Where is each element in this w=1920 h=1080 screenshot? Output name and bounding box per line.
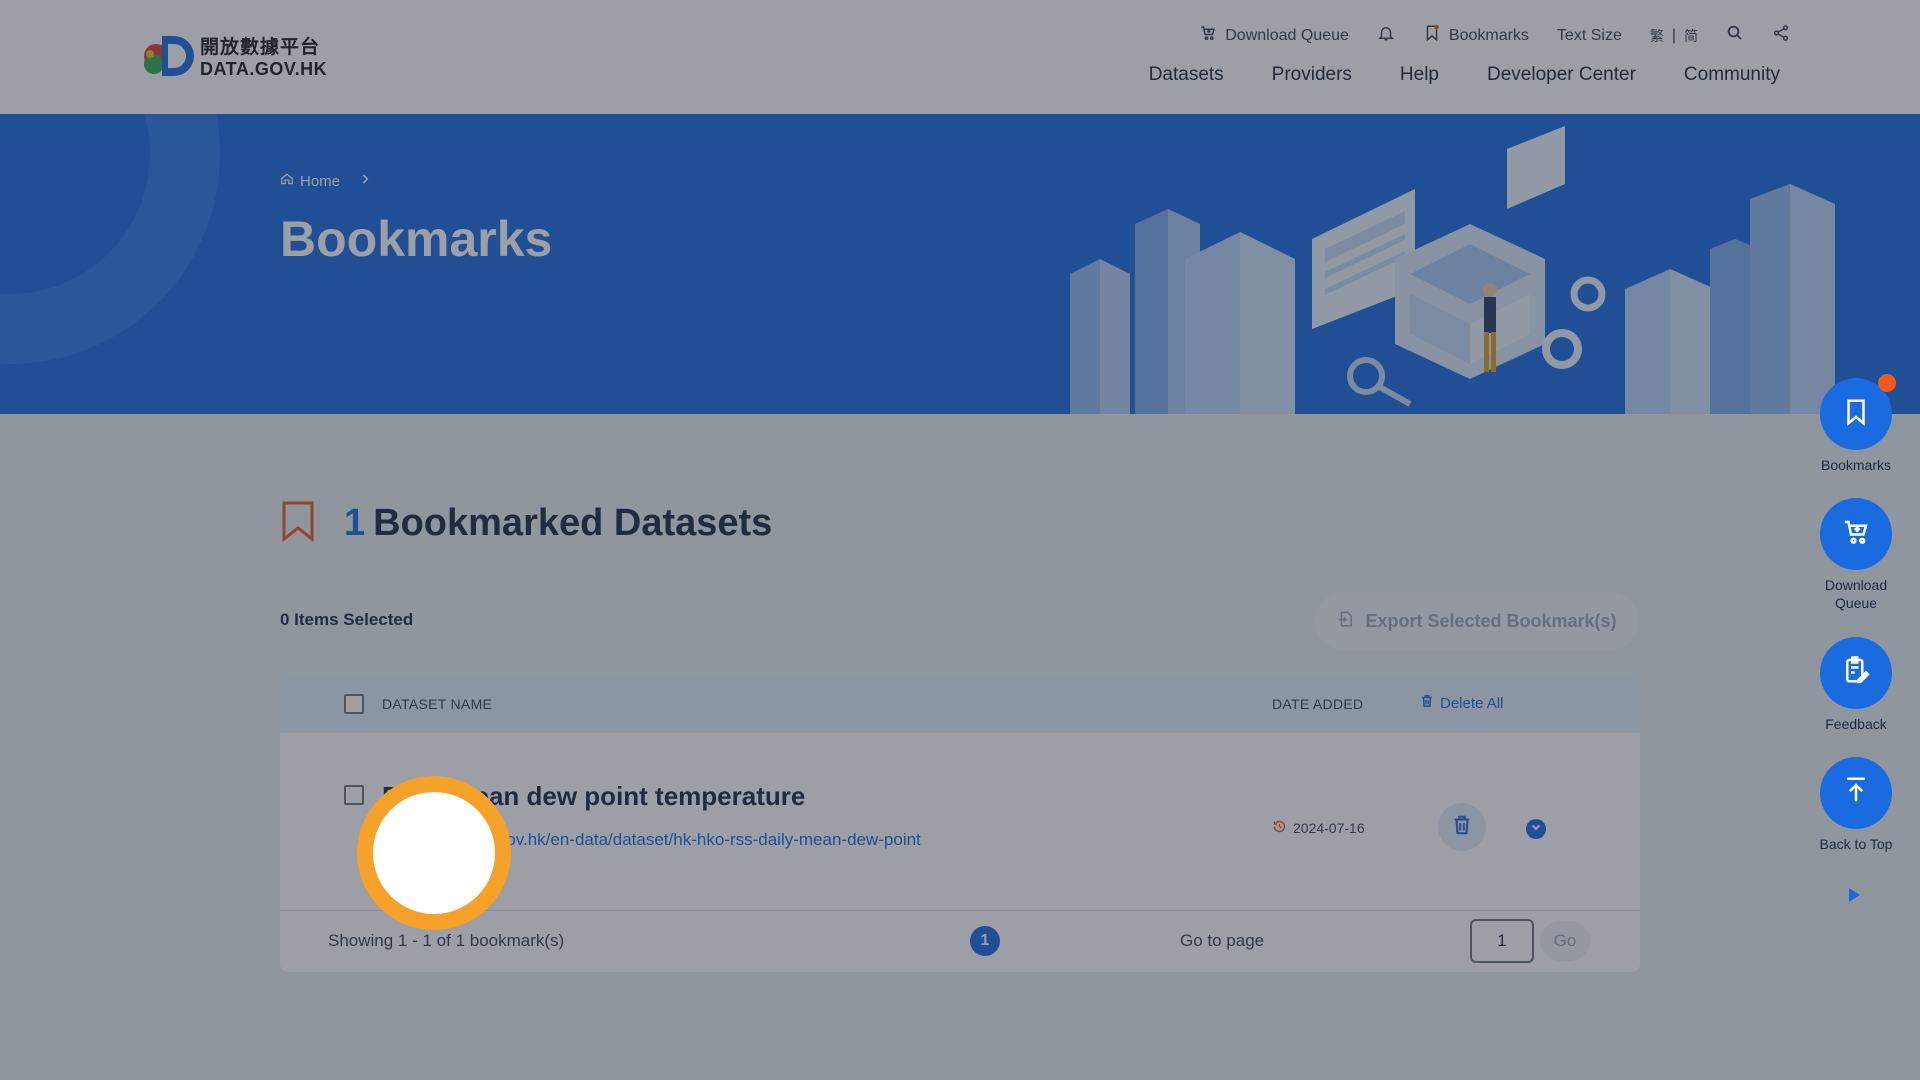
search-button[interactable]: [1726, 24, 1744, 47]
items-selected-text: 0 Items Selected: [280, 610, 414, 629]
delete-all-button[interactable]: Delete All: [1420, 694, 1503, 712]
table-header: DATASET NAME DATE ADDED Delete All: [280, 675, 1640, 733]
language-switcher[interactable]: 繁 | 简: [1650, 26, 1698, 46]
share-button[interactable]: [1772, 24, 1790, 47]
bookmark-outline-icon: [280, 500, 316, 547]
pagination-summary: Showing 1 - 1 of 1 bookmark(s): [328, 931, 565, 950]
column-header-dataset-name: DATASET NAME: [382, 696, 493, 712]
share-icon: [1772, 24, 1790, 47]
section-title-label: Bookmarked Datasets: [373, 502, 773, 544]
nav-community[interactable]: Community: [1684, 64, 1780, 86]
notification-dot: [1878, 374, 1896, 392]
logo-chinese-text: 開放數據平台: [200, 36, 321, 58]
export-icon: [1337, 610, 1355, 633]
logo-english-text: DATA.GOV.HK: [200, 59, 328, 79]
floating-bookmarks-button[interactable]: [1820, 374, 1896, 450]
floating-action-column: Bookmarks Download Queue Feedback Back t…: [1818, 374, 1896, 853]
floating-download-queue-button[interactable]: [1820, 498, 1892, 571]
breadcrumb: Home: [280, 172, 372, 190]
chevron-right-icon: [358, 172, 372, 190]
floating-bookmarks-label: Bookmarks: [1820, 457, 1892, 473]
bookmarks-link[interactable]: Bookmarks: [1423, 24, 1529, 47]
history-clock-icon: [1272, 819, 1287, 837]
bookmark-icon: [1841, 397, 1871, 432]
arrow-up-icon: [1841, 775, 1871, 810]
delete-all-label: Delete All: [1440, 694, 1504, 712]
bookmarks-label: Bookmarks: [1448, 26, 1529, 44]
home-icon: [280, 172, 294, 190]
go-button[interactable]: Go: [1540, 921, 1590, 961]
floating-back-to-top-button[interactable]: [1820, 756, 1892, 829]
logo-icon: [140, 30, 196, 86]
lang-traditional[interactable]: 繁: [1650, 26, 1664, 46]
expand-row-button[interactable]: [1526, 819, 1546, 839]
floating-feedback-label: Feedback: [1825, 715, 1887, 732]
text-size-button[interactable]: Text Size: [1557, 27, 1622, 45]
row-checkbox[interactable]: [344, 785, 364, 805]
site-logo[interactable]: 開放數據平台 DATA.GOV.HK: [140, 30, 327, 86]
utility-bar: Download Queue Bookmarks Text Size 繁 | 简: [1199, 24, 1790, 47]
column-header-date-added: DATE ADDED: [1272, 696, 1364, 712]
lang-separator: |: [1671, 26, 1676, 44]
chevron-down-icon: [1530, 820, 1542, 838]
date-added-value: 2024-07-16: [1293, 820, 1365, 836]
trash-icon: [1451, 814, 1473, 841]
main-navigation: Datasets Providers Help Developer Center…: [1149, 64, 1780, 86]
decorative-arc: [0, 114, 220, 364]
data-center-illustration: [1070, 126, 1835, 414]
bell-icon: [1377, 24, 1395, 47]
table-footer: Showing 1 - 1 of 1 bookmark(s) 1 Go to p…: [280, 911, 1640, 971]
floating-download-queue-label: Download Queue: [1824, 577, 1888, 612]
nav-datasets[interactable]: Datasets: [1149, 64, 1224, 86]
bookmark-count: 1: [344, 502, 366, 544]
export-selected-button[interactable]: Export Selected Bookmark(s): [1315, 592, 1639, 650]
tutorial-spotlight: [357, 776, 511, 930]
nav-developer-center[interactable]: Developer Center: [1487, 64, 1636, 86]
trash-icon: [1420, 694, 1434, 712]
lang-simplified[interactable]: 简: [1684, 26, 1698, 46]
date-added: 2024-07-16: [1272, 819, 1365, 837]
search-icon: [1726, 24, 1744, 47]
nav-providers[interactable]: Providers: [1272, 64, 1352, 86]
floating-feedback-button[interactable]: [1820, 636, 1892, 709]
floating-back-to-top-label: Back to Top: [1819, 835, 1893, 852]
text-size-label: Text Size: [1556, 26, 1622, 44]
page-title: Bookmarks: [280, 211, 553, 267]
cart-download-icon: [1199, 24, 1217, 47]
feedback-clipboard-icon: [1841, 655, 1871, 690]
section-heading: 1 Bookmarked Datasets: [280, 500, 772, 547]
select-all-checkbox[interactable]: [344, 694, 364, 714]
cart-download-icon: [1841, 517, 1871, 552]
goto-page-label: Go to page: [1180, 931, 1265, 950]
download-queue-link[interactable]: Download Queue: [1199, 24, 1349, 47]
download-queue-label: Download Queue: [1225, 26, 1349, 44]
goto-page-input[interactable]: [1470, 919, 1534, 963]
breadcrumb-home-link[interactable]: Home: [300, 173, 340, 190]
page-1-button[interactable]: 1: [970, 926, 1000, 956]
site-header: 開放數據平台 DATA.GOV.HK Download Queue Bookma…: [0, 0, 1920, 114]
page-banner: Home Bookmarks: [0, 114, 1920, 414]
bookmark-icon: [1423, 24, 1441, 47]
export-selected-label: Export Selected Bookmark(s): [1365, 610, 1617, 631]
nav-help[interactable]: Help: [1400, 64, 1439, 86]
delete-bookmark-button[interactable]: [1438, 803, 1486, 851]
collapse-sidebar-arrow-icon[interactable]: [1846, 886, 1862, 904]
notifications-button[interactable]: [1377, 24, 1395, 47]
